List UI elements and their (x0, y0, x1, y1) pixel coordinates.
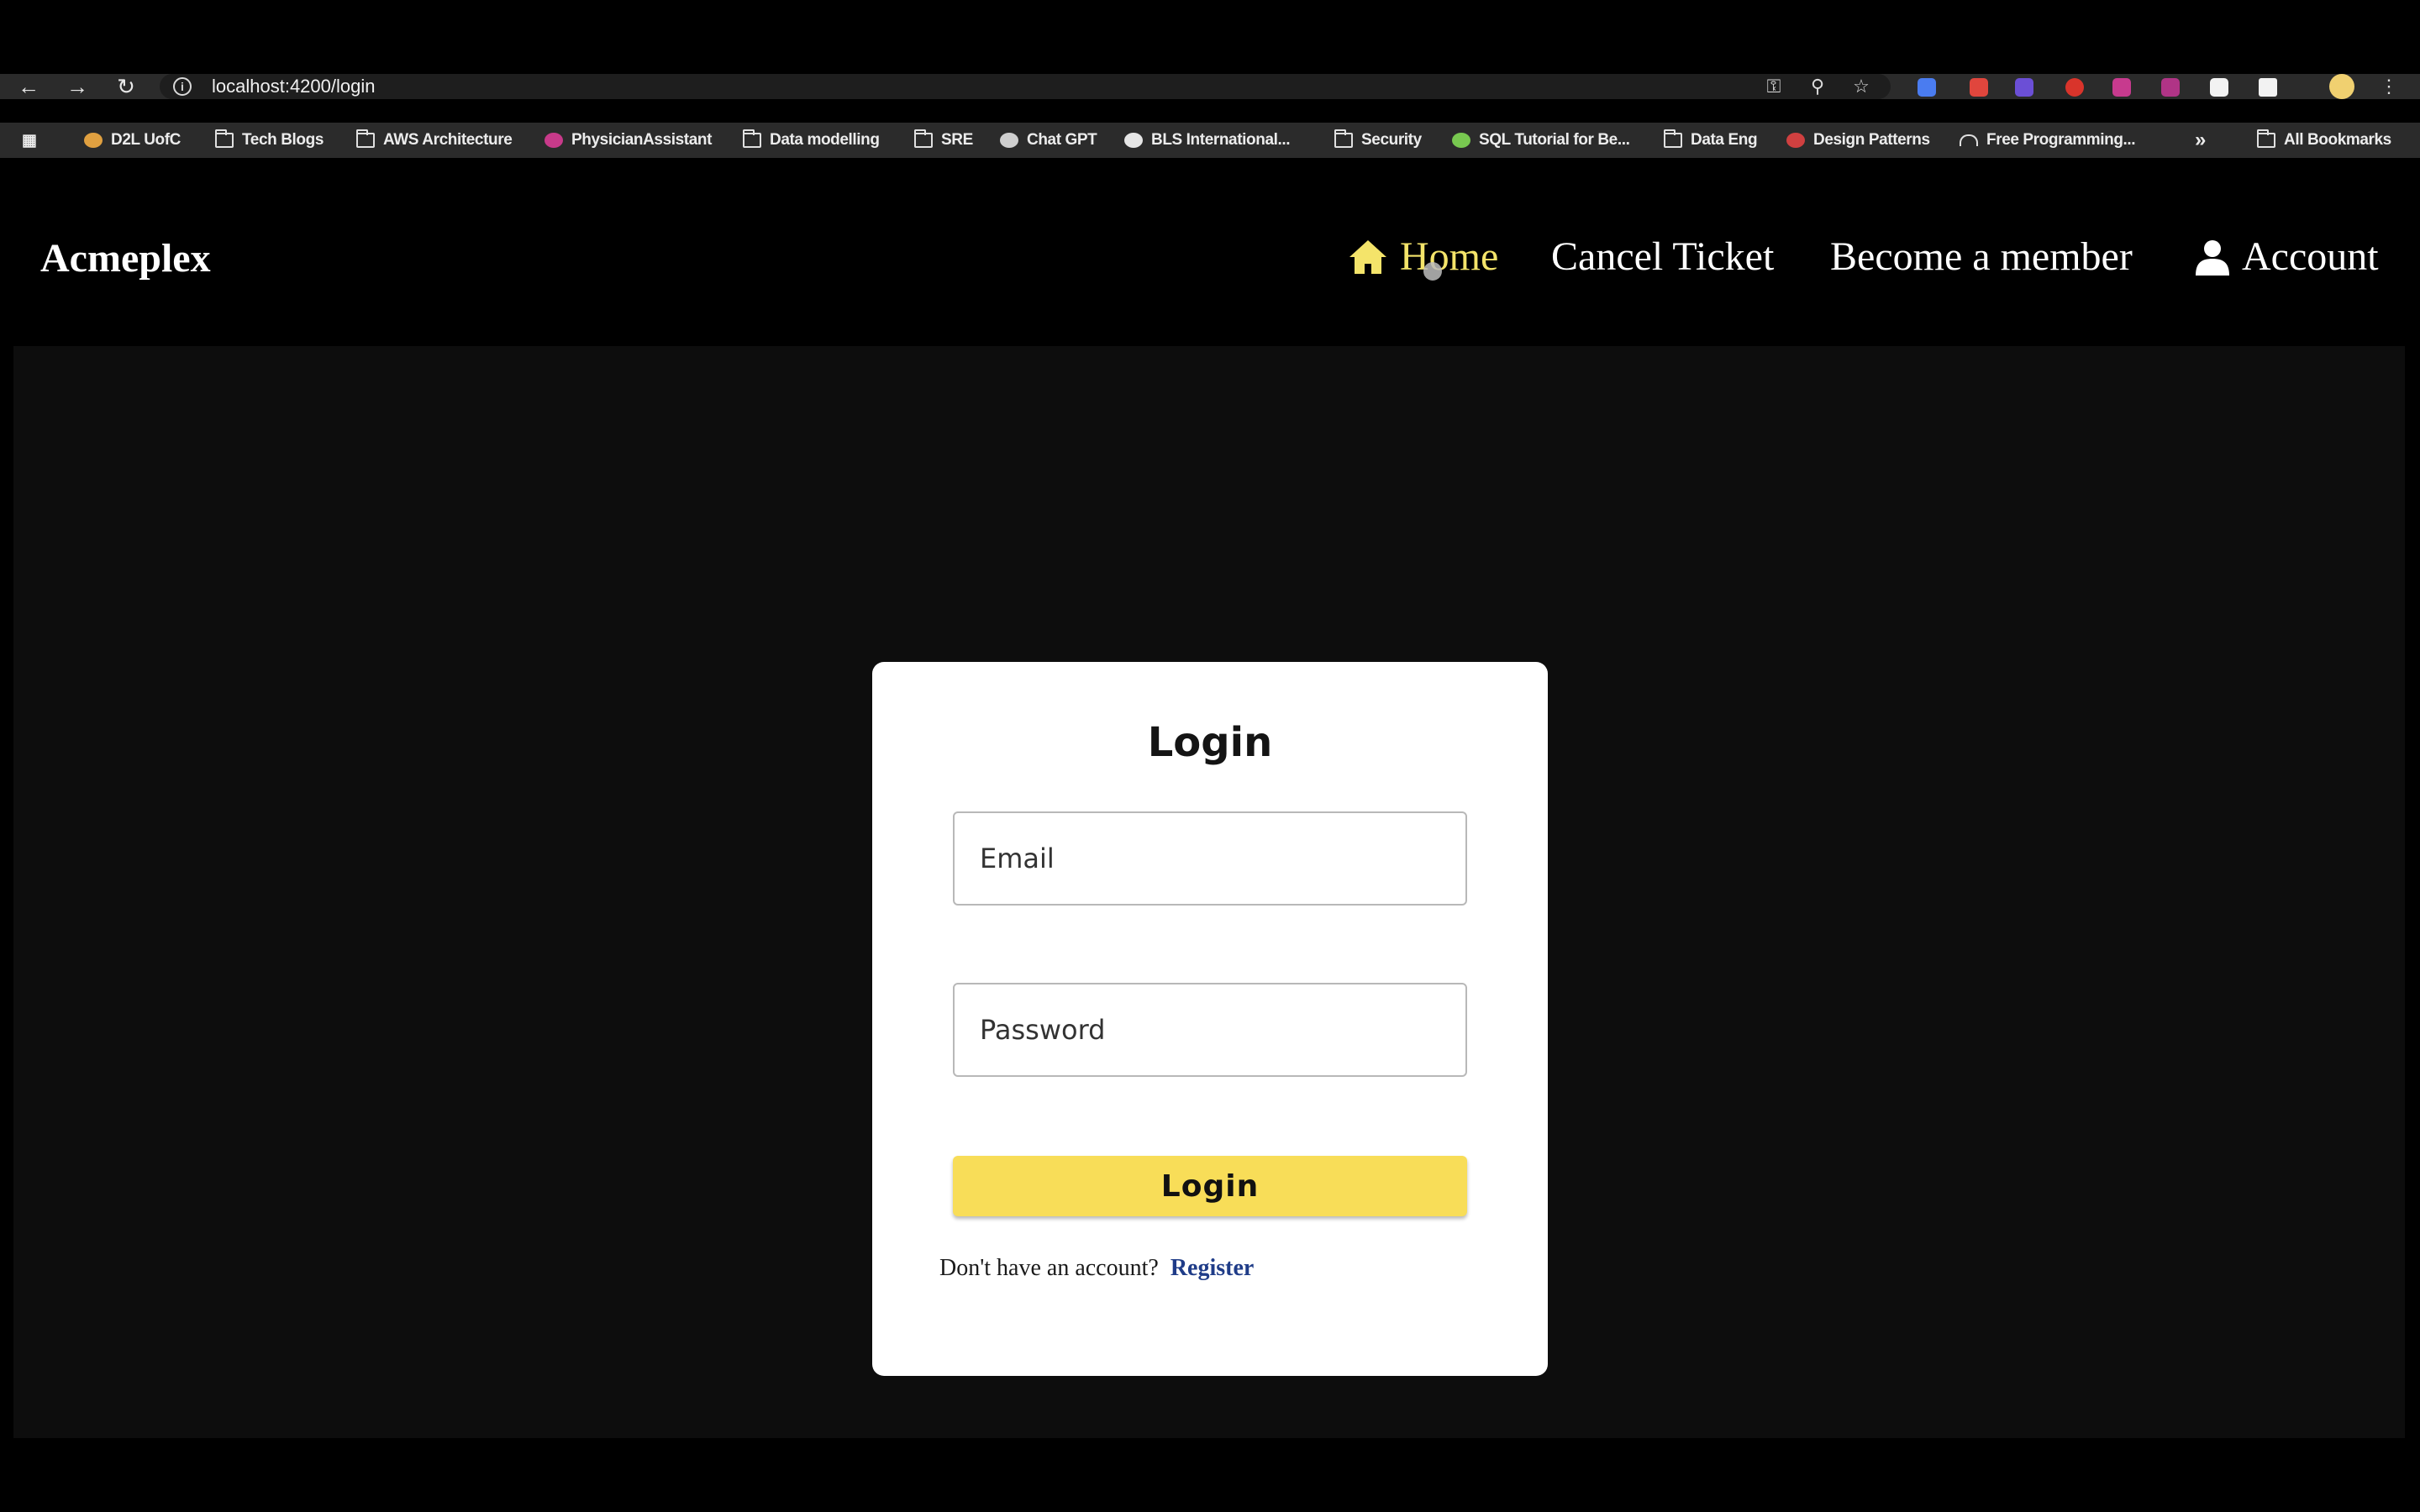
bookmark-item[interactable]: Tech Blogs (215, 129, 324, 151)
address-url[interactable]: localhost:4200/login (212, 76, 375, 97)
screen: ← → ↻ i localhost:4200/login ⚿ ⚲ ☆ ⋮ ▦ D… (0, 0, 2420, 1512)
browser-toolbar: ← → ↻ i localhost:4200/login ⚿ ⚲ ☆ ⋮ (0, 74, 2420, 99)
login-title: Login (1147, 719, 1273, 766)
nav-cancel-ticket-label: Cancel Ticket (1551, 234, 1775, 279)
chatgpt-icon (1000, 133, 1018, 148)
folder-icon (215, 129, 234, 148)
nav-become-member[interactable]: Become a member (1830, 234, 2133, 280)
extension-icon[interactable] (1970, 78, 1988, 97)
extension-icon[interactable] (2161, 78, 2180, 97)
angular-icon (544, 133, 563, 148)
extension-icon[interactable] (1918, 78, 1936, 97)
shield-icon[interactable] (2210, 78, 2228, 97)
address-bar[interactable]: i localhost:4200/login (160, 74, 1891, 99)
bookmark-item[interactable]: Data Eng (1664, 129, 1758, 151)
bookmark-item[interactable]: SRE (914, 129, 973, 151)
bookmark-label: Tech Blogs (242, 131, 324, 149)
site-info-icon[interactable]: i (173, 77, 192, 96)
apps-grid-icon[interactable]: ▦ (22, 129, 37, 151)
bookmark-label: D2L UofC (111, 131, 182, 149)
bookmark-item[interactable]: SQL Tutorial for Be... (1452, 129, 1630, 151)
sql-icon (1452, 133, 1470, 148)
password-key-icon[interactable]: ⚿ (1763, 76, 1785, 97)
profile-avatar[interactable] (2329, 74, 2354, 99)
bookmark-label: All Bookmarks (2284, 131, 2391, 149)
bookmark-item[interactable]: Security (1334, 129, 1422, 151)
folder-icon (743, 129, 761, 148)
design-patterns-icon (1786, 133, 1805, 148)
bookmark-label: Data modelling (770, 131, 880, 149)
bookmark-item[interactable]: BLS International... (1124, 129, 1291, 151)
more-bookmarks-button[interactable]: » (2195, 129, 2206, 151)
extension-icon[interactable] (2112, 78, 2131, 97)
login-button[interactable]: Login (953, 1156, 1467, 1216)
register-link[interactable]: Register (1171, 1255, 1255, 1281)
brand-logo[interactable]: Acmeplex (40, 235, 211, 281)
person-icon (2196, 239, 2229, 276)
bookmark-item[interactable]: Data modelling (743, 129, 880, 151)
bookmark-label: SRE (941, 131, 973, 149)
register-prompt: Don't have an account? Register (939, 1255, 1254, 1282)
app-navbar: Acmeplex Home Cancel Ticket Become a mem… (0, 160, 2420, 344)
nav-account-label: Account (2242, 234, 2379, 279)
nav-become-member-label: Become a member (1830, 234, 2133, 279)
back-arrow-icon[interactable]: ← (12, 74, 45, 99)
bookmark-item[interactable]: Free Programming... (1960, 129, 2136, 151)
all-bookmarks-folder[interactable]: All Bookmarks (2257, 129, 2391, 151)
home-icon (1349, 239, 1386, 274)
extensions-puzzle-icon[interactable] (2259, 78, 2277, 97)
headphones-icon (1960, 134, 1978, 146)
nav-cancel-ticket[interactable]: Cancel Ticket (1551, 234, 1774, 280)
folder-icon (914, 129, 933, 148)
bookmark-star-icon[interactable]: ☆ (1850, 76, 1872, 97)
extension-icon[interactable] (2065, 78, 2084, 97)
extension-icon[interactable] (2015, 78, 2033, 97)
bookmark-label: Data Eng (1691, 131, 1758, 149)
folder-icon (1664, 129, 1682, 148)
bookmark-item[interactable]: Chat GPT (1000, 129, 1097, 151)
browser-menu-icon[interactable]: ⋮ (2378, 76, 2400, 97)
password-field[interactable] (953, 983, 1467, 1077)
globe-icon (1124, 133, 1143, 148)
bookmark-label: Free Programming... (1986, 131, 2136, 149)
bookmark-item[interactable]: D2L UofC (84, 129, 181, 151)
forward-arrow-icon[interactable]: → (60, 74, 94, 99)
d2l-icon (84, 133, 103, 148)
nav-account[interactable]: Account (2195, 234, 2379, 280)
bookmark-label: AWS Architecture (383, 131, 513, 149)
bookmark-label: PhysicianAssistant (571, 131, 713, 149)
reload-icon[interactable]: ↻ (109, 74, 143, 99)
zoom-icon[interactable]: ⚲ (1807, 76, 1828, 97)
folder-icon (1334, 129, 1353, 148)
bookmark-item[interactable]: Design Patterns (1786, 129, 1930, 151)
bookmark-label: Design Patterns (1813, 131, 1930, 149)
bookmark-label: SQL Tutorial for Be... (1479, 131, 1630, 149)
bookmark-item[interactable]: PhysicianAssistant (544, 129, 712, 151)
folder-icon (356, 129, 375, 148)
folder-icon (2257, 129, 2275, 148)
bookmarks-bar: ▦ D2L UofC Tech Blogs AWS Architecture P… (0, 123, 2420, 158)
mouse-cursor (1423, 262, 1442, 281)
no-account-text: Don't have an account? (939, 1255, 1159, 1281)
nav-home-label: Home (1400, 234, 1499, 279)
bookmark-label: Chat GPT (1027, 131, 1097, 149)
email-field[interactable] (953, 811, 1467, 906)
login-card: Login Login Don't have an account? Regist… (872, 662, 1548, 1376)
bookmark-item[interactable]: AWS Architecture (356, 129, 513, 151)
bookmark-label: Security (1361, 131, 1422, 149)
bookmark-label: BLS International... (1151, 131, 1291, 149)
